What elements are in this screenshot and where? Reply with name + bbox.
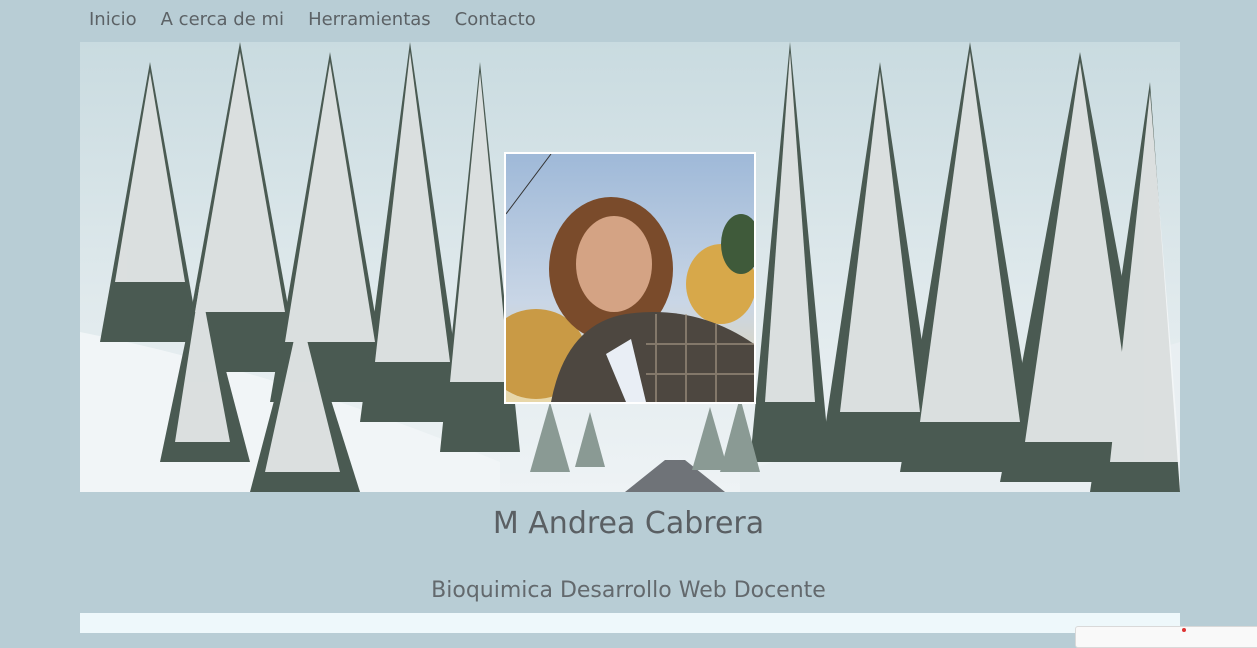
content-panel: [80, 613, 1180, 633]
nav-item-acerca[interactable]: A cerca de mi: [161, 9, 284, 31]
corner-widget[interactable]: [1075, 626, 1257, 648]
badge-icon: [1182, 628, 1186, 632]
portrait-illustration: [506, 154, 754, 402]
nav-item-herramientas[interactable]: Herramientas: [308, 9, 431, 31]
main-nav: Inicio A cerca de mi Herramientas Contac…: [89, 9, 536, 31]
hero-banner-image: [80, 42, 1180, 492]
nav-item-contacto[interactable]: Contacto: [455, 9, 536, 31]
nav-item-inicio[interactable]: Inicio: [89, 9, 137, 31]
profile-photo: [504, 152, 756, 404]
profile-name: M Andrea Cabrera: [492, 506, 765, 541]
profile-subtitle: Bioquimica Desarrollo Web Docente: [431, 578, 826, 603]
